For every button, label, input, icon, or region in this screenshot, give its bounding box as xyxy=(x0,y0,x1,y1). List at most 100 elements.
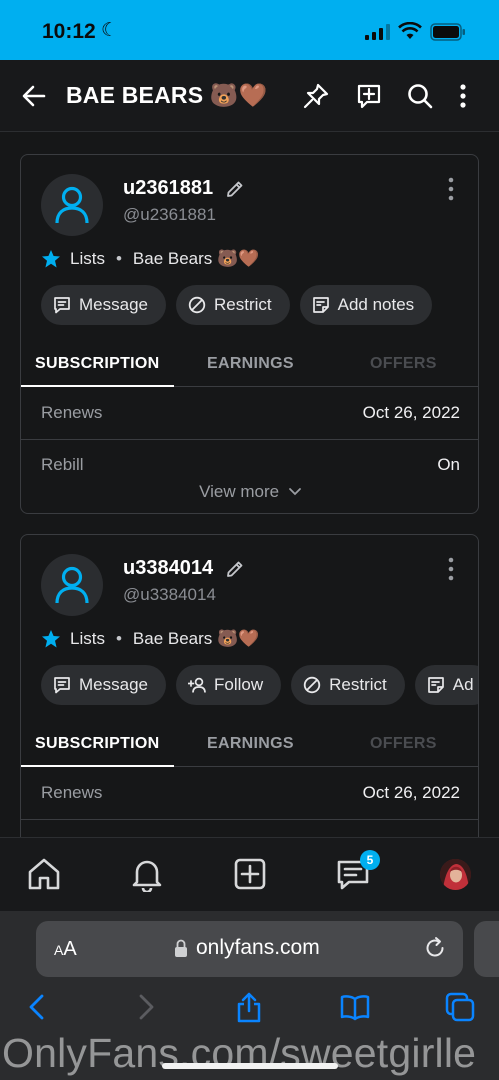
star-icon xyxy=(42,630,60,648)
bottom-nav: 5 xyxy=(0,837,499,911)
next-tab-address-bar[interactable] xyxy=(474,921,499,977)
browser-forward-icon[interactable] xyxy=(129,991,161,1023)
row-value: Oct 26, 2022 xyxy=(362,403,460,422)
follow-label: Follow xyxy=(213,675,264,694)
user-handle: @u3384014 xyxy=(123,585,216,604)
edit-pencil-icon[interactable] xyxy=(225,559,245,579)
lists-row: Lists • Bae Bears 🐻🤎 xyxy=(41,247,259,271)
card-more-icon[interactable] xyxy=(446,177,456,201)
star-icon xyxy=(42,250,60,268)
bookmarks-icon[interactable] xyxy=(339,991,371,1023)
action-pills: Message Restrict Add notes xyxy=(41,285,442,325)
subscriber-list[interactable]: u2361881 @u2361881 Lists • Bae Bears 🐻🤎 … xyxy=(0,132,499,837)
chevron-down-icon xyxy=(288,488,301,496)
card-more-icon[interactable] xyxy=(446,557,456,581)
tab-subscription[interactable]: SUBSCRIPTION xyxy=(35,735,160,753)
share-icon[interactable] xyxy=(233,991,265,1023)
row-key: Renews xyxy=(41,403,103,422)
view-more-label: View more xyxy=(199,482,280,501)
list-name[interactable]: Bae Bears 🐻🤎 xyxy=(133,249,259,269)
add-notes-label: Add notes xyxy=(337,295,415,314)
message-icon xyxy=(54,297,70,314)
lock-icon xyxy=(175,939,187,957)
separator-dot: • xyxy=(115,629,122,648)
action-pills: Message Follow Restrict Ad xyxy=(41,665,478,705)
reader-text-size-button[interactable]: AA xyxy=(54,938,77,961)
tab-earnings[interactable]: EARNINGS xyxy=(207,735,294,753)
moon-icon: ☾ xyxy=(101,20,119,41)
subscriber-card: u2361881 @u2361881 Lists • Bae Bears 🐻🤎 … xyxy=(20,154,479,514)
row-value: On xyxy=(437,455,460,474)
add-notes-button[interactable]: Add notes xyxy=(299,285,433,325)
app-header: BAE BEARS 🐻🤎 xyxy=(0,60,499,132)
active-tab-indicator xyxy=(21,385,174,387)
status-bar: 10:12 ☾ xyxy=(0,0,499,60)
reload-icon[interactable] xyxy=(423,936,447,960)
card-tabs: SUBSCRIPTION EARNINGS OFFERS xyxy=(21,721,478,767)
restrict-icon xyxy=(188,296,206,314)
notifications-icon[interactable] xyxy=(129,856,165,892)
info-row-renews: Renews Oct 26, 2022 xyxy=(21,388,478,440)
restrict-label: Restrict xyxy=(213,295,272,314)
notes-icon xyxy=(312,297,329,313)
tab-subscription[interactable]: SUBSCRIPTION xyxy=(35,355,160,373)
status-time: 10:12 xyxy=(42,20,96,43)
battery-icon xyxy=(430,23,465,41)
active-tab-indicator xyxy=(21,765,174,767)
profile-photo xyxy=(440,859,471,890)
url-domain[interactable]: onlyfans.com xyxy=(196,936,320,960)
follow-user-icon xyxy=(187,677,206,693)
profile-avatar[interactable] xyxy=(440,859,471,890)
tab-earnings[interactable]: EARNINGS xyxy=(207,355,294,373)
row-key: Renews xyxy=(41,783,103,802)
page-title: BAE BEARS 🐻🤎 xyxy=(66,82,268,108)
message-label: Message xyxy=(79,295,148,314)
messages-badge: 5 xyxy=(360,850,380,870)
user-icon xyxy=(55,566,89,604)
add-post-icon[interactable] xyxy=(355,82,383,110)
home-icon[interactable] xyxy=(26,856,62,892)
row-key: Rebill xyxy=(41,455,84,474)
view-more-button[interactable]: View more xyxy=(21,482,478,502)
tab-offers[interactable]: OFFERS xyxy=(370,355,437,373)
subscriber-card: u3384014 @u3384014 Lists • Bae Bears 🐻🤎 … xyxy=(20,534,479,837)
home-indicator xyxy=(162,1063,338,1069)
back-arrow-icon[interactable] xyxy=(20,82,48,110)
pin-icon[interactable] xyxy=(302,82,330,110)
info-row-renews: Renews Oct 26, 2022 xyxy=(21,768,478,820)
lists-label[interactable]: Lists xyxy=(70,629,105,649)
watermark: OnlyFans.com/sweetgirlle xyxy=(2,1030,477,1076)
user-handle: @u2361881 xyxy=(123,205,216,224)
search-icon[interactable] xyxy=(406,82,434,110)
message-icon xyxy=(54,677,70,694)
restrict-icon xyxy=(303,676,321,694)
restrict-button[interactable]: Restrict xyxy=(291,665,405,705)
username[interactable]: u2361881 xyxy=(123,177,213,200)
address-bar[interactable]: AA onlyfans.com xyxy=(36,921,463,977)
message-label: Message xyxy=(79,675,148,694)
notes-icon xyxy=(427,677,444,693)
more-vertical-icon[interactable] xyxy=(449,82,477,110)
new-post-icon[interactable] xyxy=(232,856,268,892)
add-notes-label: Ad xyxy=(452,675,474,694)
user-icon xyxy=(55,186,89,224)
browser-back-icon[interactable] xyxy=(22,991,54,1023)
avatar[interactable] xyxy=(41,554,103,616)
restrict-label: Restrict xyxy=(329,675,387,694)
username[interactable]: u3384014 xyxy=(123,557,213,580)
wifi-icon xyxy=(398,22,422,39)
lists-label[interactable]: Lists xyxy=(70,249,105,269)
cellular-signal-icon xyxy=(365,24,390,40)
message-button[interactable]: Message xyxy=(41,285,166,325)
row-value: Oct 26, 2022 xyxy=(362,783,460,802)
follow-button[interactable]: Follow xyxy=(175,665,282,705)
tab-offers[interactable]: OFFERS xyxy=(370,735,437,753)
list-name[interactable]: Bae Bears 🐻🤎 xyxy=(133,629,259,649)
card-tabs: SUBSCRIPTION EARNINGS OFFERS xyxy=(21,341,478,387)
restrict-button[interactable]: Restrict xyxy=(175,285,290,325)
avatar[interactable] xyxy=(41,174,103,236)
message-button[interactable]: Message xyxy=(41,665,166,705)
edit-pencil-icon[interactable] xyxy=(225,179,245,199)
tabs-icon[interactable] xyxy=(444,991,476,1023)
add-notes-button[interactable]: Ad xyxy=(414,665,478,705)
